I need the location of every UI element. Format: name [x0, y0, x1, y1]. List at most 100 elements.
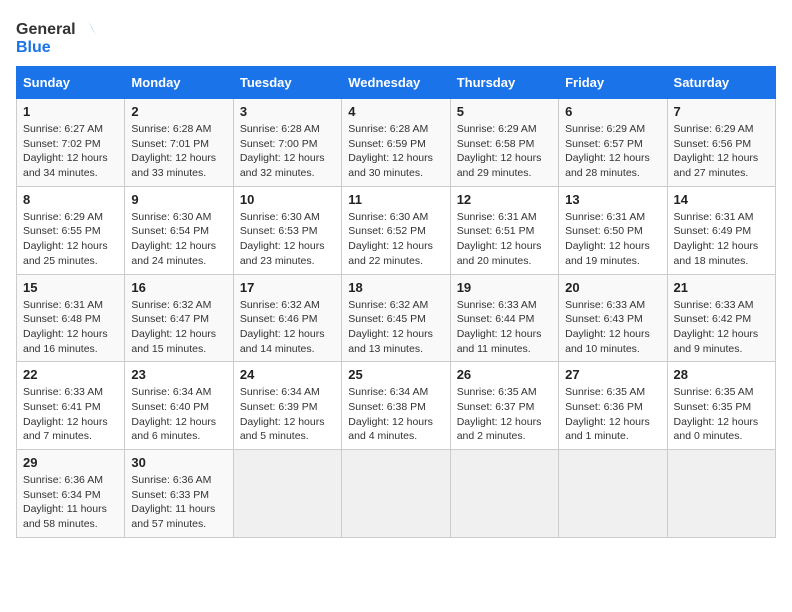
day-info: Sunrise: 6:28 AMSunset: 6:59 PMDaylight:… [348, 122, 443, 181]
day-number: 10 [240, 192, 335, 207]
calendar-cell: 30 Sunrise: 6:36 AMSunset: 6:33 PMDayligh… [125, 450, 233, 538]
calendar-cell: 24 Sunrise: 6:34 AMSunset: 6:39 PMDayligh… [233, 362, 341, 450]
day-number: 16 [131, 280, 226, 295]
calendar-cell: 4 Sunrise: 6:28 AMSunset: 6:59 PMDaylight… [342, 99, 450, 187]
day-number: 13 [565, 192, 660, 207]
day-number: 6 [565, 104, 660, 119]
calendar-cell: 27 Sunrise: 6:35 AMSunset: 6:36 PMDayligh… [559, 362, 667, 450]
day-info: Sunrise: 6:31 AMSunset: 6:50 PMDaylight:… [565, 210, 660, 269]
day-number: 5 [457, 104, 552, 119]
day-info: Sunrise: 6:27 AMSunset: 7:02 PMDaylight:… [23, 122, 118, 181]
calendar-cell: 20 Sunrise: 6:33 AMSunset: 6:43 PMDayligh… [559, 274, 667, 362]
day-info: Sunrise: 6:35 AMSunset: 6:36 PMDaylight:… [565, 385, 660, 444]
day-number: 14 [674, 192, 769, 207]
calendar-cell: 12 Sunrise: 6:31 AMSunset: 6:51 PMDayligh… [450, 186, 558, 274]
day-number: 15 [23, 280, 118, 295]
calendar-cell: 29 Sunrise: 6:36 AMSunset: 6:34 PMDayligh… [17, 450, 125, 538]
calendar-cell [450, 450, 558, 538]
calendar-cell: 16 Sunrise: 6:32 AMSunset: 6:47 PMDayligh… [125, 274, 233, 362]
day-info: Sunrise: 6:32 AMSunset: 6:46 PMDaylight:… [240, 298, 335, 357]
col-header-sunday: Sunday [17, 67, 125, 99]
day-info: Sunrise: 6:34 AMSunset: 6:39 PMDaylight:… [240, 385, 335, 444]
day-info: Sunrise: 6:28 AMSunset: 7:00 PMDaylight:… [240, 122, 335, 181]
day-info: Sunrise: 6:33 AMSunset: 6:41 PMDaylight:… [23, 385, 118, 444]
day-info: Sunrise: 6:33 AMSunset: 6:43 PMDaylight:… [565, 298, 660, 357]
day-number: 4 [348, 104, 443, 119]
calendar-cell: 10 Sunrise: 6:30 AMSunset: 6:53 PMDayligh… [233, 186, 341, 274]
calendar-cell: 18Sunrise: 6:32 AMSunset: 6:45 PMDayligh… [342, 274, 450, 362]
calendar-table: SundayMondayTuesdayWednesdayThursdayFrid… [16, 66, 776, 538]
day-info: Sunrise: 6:31 AMSunset: 6:49 PMDaylight:… [674, 210, 769, 269]
day-info: Sunrise: 6:32 AMSunset: 6:47 PMDaylight:… [131, 298, 226, 357]
svg-text:Blue: Blue [16, 39, 51, 56]
day-number: 17 [240, 280, 335, 295]
day-number: 24 [240, 367, 335, 382]
calendar-cell: 26Sunrise: 6:35 AMSunset: 6:37 PMDayligh… [450, 362, 558, 450]
col-header-thursday: Thursday [450, 67, 558, 99]
calendar-cell: 13 Sunrise: 6:31 AMSunset: 6:50 PMDayligh… [559, 186, 667, 274]
calendar-cell: 22 Sunrise: 6:33 AMSunset: 6:41 PMDayligh… [17, 362, 125, 450]
calendar-cell [559, 450, 667, 538]
day-info: Sunrise: 6:34 AMSunset: 6:40 PMDaylight:… [131, 385, 226, 444]
day-number: 20 [565, 280, 660, 295]
day-info: Sunrise: 6:30 AMSunset: 6:52 PMDaylight:… [348, 210, 443, 269]
calendar-cell [233, 450, 341, 538]
day-number: 21 [674, 280, 769, 295]
day-number: 12 [457, 192, 552, 207]
day-info: Sunrise: 6:33 AMSunset: 6:44 PMDaylight:… [457, 298, 552, 357]
day-info: Sunrise: 6:35 AMSunset: 6:35 PMDaylight:… [674, 385, 769, 444]
calendar-cell [667, 450, 775, 538]
svg-text:General: General [16, 21, 76, 38]
day-number: 8 [23, 192, 118, 207]
day-number: 30 [131, 455, 226, 470]
day-info: Sunrise: 6:34 AMSunset: 6:38 PMDaylight:… [348, 385, 443, 444]
calendar-cell: 3 Sunrise: 6:28 AMSunset: 7:00 PMDaylight… [233, 99, 341, 187]
day-number: 25 [348, 367, 443, 382]
col-header-monday: Monday [125, 67, 233, 99]
day-info: Sunrise: 6:31 AMSunset: 6:51 PMDaylight:… [457, 210, 552, 269]
calendar-cell: 1 Sunrise: 6:27 AMSunset: 7:02 PMDaylight… [17, 99, 125, 187]
calendar-cell: 15Sunrise: 6:31 AMSunset: 6:48 PMDayligh… [17, 274, 125, 362]
day-info: Sunrise: 6:36 AMSunset: 6:33 PMDaylight:… [131, 473, 226, 532]
calendar-cell: 11 Sunrise: 6:30 AMSunset: 6:52 PMDayligh… [342, 186, 450, 274]
day-number: 19 [457, 280, 552, 295]
calendar-cell: 19 Sunrise: 6:33 AMSunset: 6:44 PMDayligh… [450, 274, 558, 362]
day-number: 28 [674, 367, 769, 382]
day-info: Sunrise: 6:36 AMSunset: 6:34 PMDaylight:… [23, 473, 118, 532]
day-number: 2 [131, 104, 226, 119]
day-info: Sunrise: 6:30 AMSunset: 6:54 PMDaylight:… [131, 210, 226, 269]
day-number: 3 [240, 104, 335, 119]
calendar-cell: 5 Sunrise: 6:29 AMSunset: 6:58 PMDaylight… [450, 99, 558, 187]
day-info: Sunrise: 6:29 AMSunset: 6:58 PMDaylight:… [457, 122, 552, 181]
col-header-friday: Friday [559, 67, 667, 99]
day-number: 11 [348, 192, 443, 207]
day-number: 9 [131, 192, 226, 207]
calendar-cell: 6 Sunrise: 6:29 AMSunset: 6:57 PMDaylight… [559, 99, 667, 187]
day-info: Sunrise: 6:29 AMSunset: 6:55 PMDaylight:… [23, 210, 118, 269]
calendar-cell [342, 450, 450, 538]
calendar-cell: 2Sunrise: 6:28 AMSunset: 7:01 PMDaylight… [125, 99, 233, 187]
calendar-cell: 8 Sunrise: 6:29 AMSunset: 6:55 PMDaylight… [17, 186, 125, 274]
page-header: General Blue [16, 16, 776, 56]
calendar-cell: 25 Sunrise: 6:34 AMSunset: 6:38 PMDayligh… [342, 362, 450, 450]
day-number: 7 [674, 104, 769, 119]
day-number: 1 [23, 104, 118, 119]
calendar-cell: 7Sunrise: 6:29 AMSunset: 6:56 PMDaylight… [667, 99, 775, 187]
day-number: 29 [23, 455, 118, 470]
logo: General Blue [16, 16, 96, 56]
calendar-cell: 9 Sunrise: 6:30 AMSunset: 6:54 PMDaylight… [125, 186, 233, 274]
calendar-cell: 17 Sunrise: 6:32 AMSunset: 6:46 PMDayligh… [233, 274, 341, 362]
day-number: 23 [131, 367, 226, 382]
day-number: 27 [565, 367, 660, 382]
calendar-cell: 28 Sunrise: 6:35 AMSunset: 6:35 PMDayligh… [667, 362, 775, 450]
day-number: 18 [348, 280, 443, 295]
col-header-wednesday: Wednesday [342, 67, 450, 99]
day-info: Sunrise: 6:35 AMSunset: 6:37 PMDaylight:… [457, 385, 552, 444]
calendar-cell: 21 Sunrise: 6:33 AMSunset: 6:42 PMDayligh… [667, 274, 775, 362]
day-number: 22 [23, 367, 118, 382]
day-info: Sunrise: 6:30 AMSunset: 6:53 PMDaylight:… [240, 210, 335, 269]
day-info: Sunrise: 6:29 AMSunset: 6:57 PMDaylight:… [565, 122, 660, 181]
calendar-cell: 14 Sunrise: 6:31 AMSunset: 6:49 PMDayligh… [667, 186, 775, 274]
col-header-tuesday: Tuesday [233, 67, 341, 99]
day-info: Sunrise: 6:33 AMSunset: 6:42 PMDaylight:… [674, 298, 769, 357]
